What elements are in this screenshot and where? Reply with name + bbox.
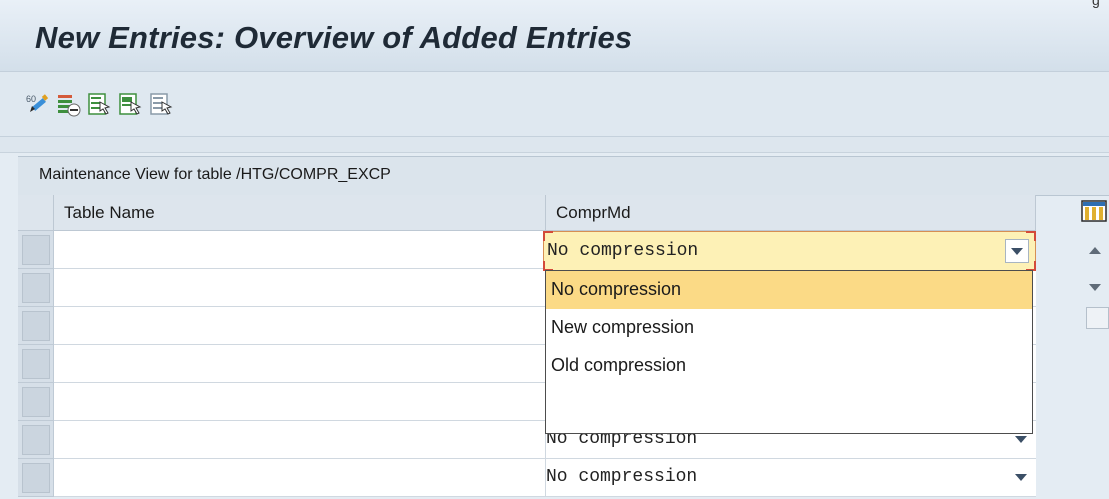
table-settings-icon[interactable] (1081, 200, 1109, 224)
focus-corner (1026, 231, 1036, 241)
column-header-table-name[interactable]: Table Name (54, 195, 546, 231)
table-name-input[interactable] (54, 383, 546, 421)
row-selector[interactable] (18, 345, 54, 383)
panel-title: Maintenance View for table /HTG/COMPR_EX… (39, 166, 391, 183)
select-all-column-header[interactable] (18, 195, 54, 231)
table-name-input[interactable] (54, 231, 546, 269)
compr-md-value: No compression (546, 467, 698, 487)
select-block-icon[interactable] (118, 92, 142, 116)
row-selector[interactable] (18, 269, 54, 307)
chevron-down-icon[interactable] (1015, 436, 1027, 443)
chevron-down-icon[interactable] (1015, 474, 1027, 481)
chevron-down-icon (1011, 248, 1023, 255)
panel-title-bar: Maintenance View for table /HTG/COMPR_EX… (18, 156, 1109, 196)
title-bar: New Entries: Overview of Added Entries (0, 0, 1109, 72)
select-all-icon[interactable] (87, 92, 111, 116)
row-selector[interactable] (18, 421, 54, 459)
table-name-input[interactable] (54, 307, 546, 345)
page-title: New Entries: Overview of Added Entries (35, 20, 633, 55)
svg-text:60: 60 (26, 94, 36, 104)
option-no-compression[interactable]: No compression (546, 271, 1032, 309)
display-change-icon[interactable]: 60 (25, 92, 49, 116)
table-name-input[interactable] (54, 421, 546, 459)
row-selector[interactable] (18, 307, 54, 345)
table-name-input[interactable] (54, 269, 546, 307)
active-compr-md-value: No compression (547, 241, 699, 261)
compr-md-options-list: No compression New compression Old compr… (545, 270, 1033, 434)
focus-corner (543, 231, 553, 241)
scroll-thumb[interactable] (1086, 307, 1109, 329)
option-new-compression[interactable]: New compression (546, 309, 1032, 347)
deselect-all-icon[interactable] (149, 92, 173, 116)
compr-md-dropdown[interactable]: No compression (546, 459, 1036, 497)
table-name-input[interactable] (54, 345, 546, 383)
delete-icon[interactable] (56, 92, 81, 117)
row-selector[interactable] (18, 459, 54, 497)
row-selector[interactable] (18, 231, 54, 269)
option-old-compression[interactable]: Old compression (546, 347, 1032, 385)
row-selector[interactable] (18, 383, 54, 421)
table-name-input[interactable] (54, 459, 546, 497)
dropdown-toggle-button[interactable] (1005, 239, 1029, 263)
column-header-compr-md[interactable]: ComprMd (546, 195, 1036, 231)
corner-mark: g (1092, 0, 1100, 8)
scroll-down-icon[interactable] (1089, 284, 1101, 291)
table-row: No compression (18, 459, 1036, 497)
active-compr-md-dropdown[interactable]: No compression (543, 231, 1036, 271)
application-toolbar: 60 (0, 72, 1109, 137)
scroll-up-icon[interactable] (1089, 247, 1101, 254)
